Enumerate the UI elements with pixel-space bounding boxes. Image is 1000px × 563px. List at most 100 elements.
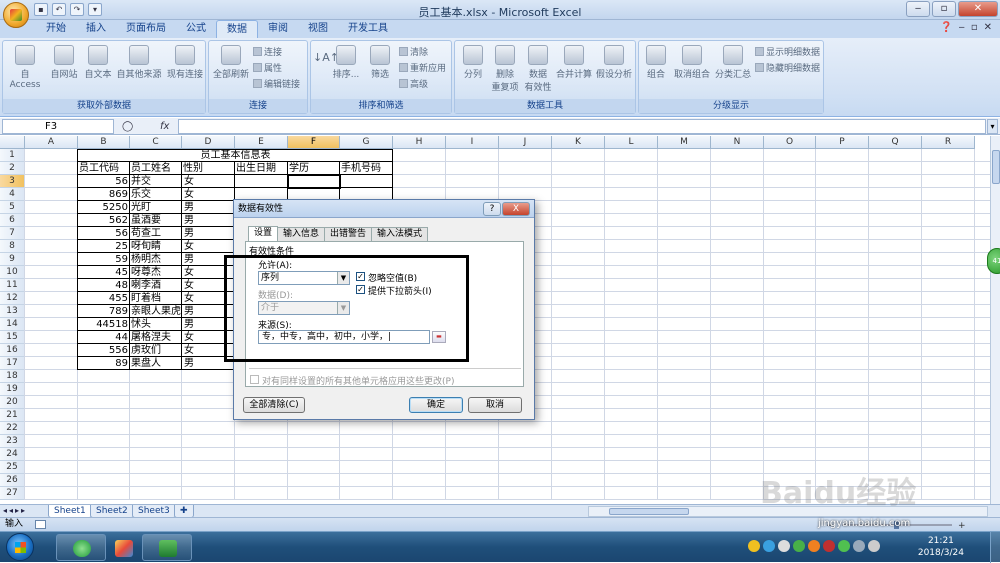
volume-icon[interactable] [868, 540, 880, 552]
advanced-button[interactable]: 高级 [399, 77, 428, 90]
tab-insert[interactable]: 插入 [76, 20, 116, 38]
reapply-button[interactable]: 重新应用 [399, 61, 446, 74]
apply-all-checkbox[interactable] [250, 375, 259, 384]
expand-formula-bar-icon[interactable]: ▾ [987, 119, 998, 134]
help-icon[interactable]: ❓ [940, 22, 952, 33]
row-header-12[interactable]: 12 [0, 292, 25, 305]
row-header-2[interactable]: 2 [0, 162, 25, 175]
formula-input[interactable] [178, 119, 986, 134]
column-header-h[interactable]: H [393, 136, 446, 149]
name-box[interactable]: F3 [2, 119, 114, 134]
connections-button[interactable]: 连接 [253, 45, 282, 58]
column-header-n[interactable]: N [711, 136, 764, 149]
network-icon[interactable] [853, 540, 865, 552]
subtotal-button[interactable]: 分类汇总 [713, 45, 753, 80]
group-button[interactable]: 组合 [641, 45, 671, 80]
show-desktop-button[interactable] [990, 532, 1000, 563]
row-header-14[interactable]: 14 [0, 318, 25, 331]
sort-button[interactable]: 排序... [329, 45, 363, 80]
remove-duplicates-button[interactable]: 删除 重复项 [489, 45, 521, 93]
existing-connections-button[interactable]: 现有连接 [165, 45, 205, 80]
column-header-o[interactable]: O [764, 136, 816, 149]
row-header-26[interactable]: 26 [0, 474, 25, 487]
row-header-8[interactable]: 8 [0, 240, 25, 253]
dialog-tab-ime-mode[interactable]: 输入法模式 [371, 227, 429, 241]
refresh-all-button[interactable]: 全部刷新 [211, 45, 251, 80]
column-header-b[interactable]: B [78, 136, 130, 149]
row-header-23[interactable]: 23 [0, 435, 25, 448]
row-header-1[interactable]: 1 [0, 149, 25, 162]
hide-detail-button[interactable]: 隐藏明细数据 [755, 61, 820, 74]
minimize-button[interactable]: ‒ [906, 1, 930, 17]
tab-formulas[interactable]: 公式 [176, 20, 216, 38]
from-access-button[interactable]: 自 Access [5, 45, 45, 90]
consolidate-button[interactable]: 合并计算 [555, 45, 593, 80]
insert-function-icon[interactable]: fx [160, 119, 169, 134]
tab-data[interactable]: 数据 [216, 20, 258, 38]
tray-icon-3[interactable] [778, 540, 790, 552]
what-if-analysis-button[interactable]: 假设分析 [593, 45, 635, 80]
row-header-25[interactable]: 25 [0, 461, 25, 474]
dialog-tab-input-message[interactable]: 输入信息 [277, 227, 326, 241]
row-header-7[interactable]: 7 [0, 227, 25, 240]
from-web-button[interactable]: 自网站 [47, 45, 81, 80]
text-to-columns-button[interactable]: 分列 [457, 45, 489, 80]
tab-view[interactable]: 视图 [298, 20, 338, 38]
column-header-c[interactable]: C [130, 136, 182, 149]
vertical-scrollbar[interactable] [990, 136, 1000, 504]
column-header-e[interactable]: E [235, 136, 288, 149]
row-header-10[interactable]: 10 [0, 266, 25, 279]
ungroup-button[interactable]: 取消组合 [671, 45, 713, 80]
row-header-6[interactable]: 6 [0, 214, 25, 227]
column-header-k[interactable]: K [552, 136, 605, 149]
ribbon-close-icon[interactable]: ✕ [984, 22, 992, 33]
column-header-d[interactable]: D [182, 136, 235, 149]
tray-icon-5[interactable] [808, 540, 820, 552]
data-validation-button[interactable]: 数据 有效性 [521, 45, 555, 93]
row-header-20[interactable]: 20 [0, 396, 25, 409]
office-button[interactable] [3, 2, 29, 28]
row-header-18[interactable]: 18 [0, 370, 25, 383]
show-detail-button[interactable]: 显示明细数据 [755, 45, 820, 58]
vertical-scroll-thumb[interactable] [992, 150, 1000, 184]
row-header-4[interactable]: 4 [0, 188, 25, 201]
maximize-button[interactable]: ▫ [932, 1, 956, 17]
filter-button[interactable]: 筛选 [365, 45, 395, 80]
column-header-r[interactable]: R [922, 136, 975, 149]
column-header-i[interactable]: I [446, 136, 499, 149]
row-header-13[interactable]: 13 [0, 305, 25, 318]
tab-page-layout[interactable]: 页面布局 [116, 20, 176, 38]
properties-button[interactable]: 属性 [253, 61, 282, 74]
row-header-3[interactable]: 3 [0, 175, 25, 188]
row-header-22[interactable]: 22 [0, 422, 25, 435]
column-header-m[interactable]: M [658, 136, 711, 149]
tray-icon-4[interactable] [793, 540, 805, 552]
tab-developer[interactable]: 开发工具 [338, 20, 398, 38]
select-all-corner[interactable] [0, 136, 25, 149]
row-header-16[interactable]: 16 [0, 344, 25, 357]
formula-cancel-icon[interactable]: ◯ [122, 119, 133, 134]
tray-icon-6[interactable] [823, 540, 835, 552]
tray-icon-1[interactable] [748, 540, 760, 552]
column-header-l[interactable]: L [605, 136, 658, 149]
tray-help-icon[interactable] [763, 540, 775, 552]
row-header-27[interactable]: 27 [0, 487, 25, 500]
tray-icon-7[interactable] [838, 540, 850, 552]
horizontal-scroll-thumb[interactable] [609, 508, 689, 515]
from-text-button[interactable]: 自文本 [81, 45, 115, 80]
taskbar-excel-button[interactable] [142, 534, 192, 561]
macro-record-icon[interactable] [35, 520, 46, 529]
column-header-j[interactable]: J [499, 136, 552, 149]
row-header-5[interactable]: 5 [0, 201, 25, 214]
from-other-sources-button[interactable]: 自其他来源 [115, 45, 163, 80]
sheet-nav-arrows-icon[interactable]: ◂◂▸▸ [3, 506, 27, 515]
row-header-15[interactable]: 15 [0, 331, 25, 344]
row-header-24[interactable]: 24 [0, 448, 25, 461]
dialog-tab-error-alert[interactable]: 出错警告 [324, 227, 373, 241]
active-cell-f3[interactable] [287, 174, 341, 189]
edit-links-button[interactable]: 编辑链接 [253, 77, 300, 90]
clock[interactable]: 21:21 2018/3/24 [918, 535, 964, 559]
ribbon-restore-icon[interactable]: ▫ [971, 22, 978, 33]
tab-review[interactable]: 审阅 [258, 20, 298, 38]
column-header-a[interactable]: A [25, 136, 78, 149]
